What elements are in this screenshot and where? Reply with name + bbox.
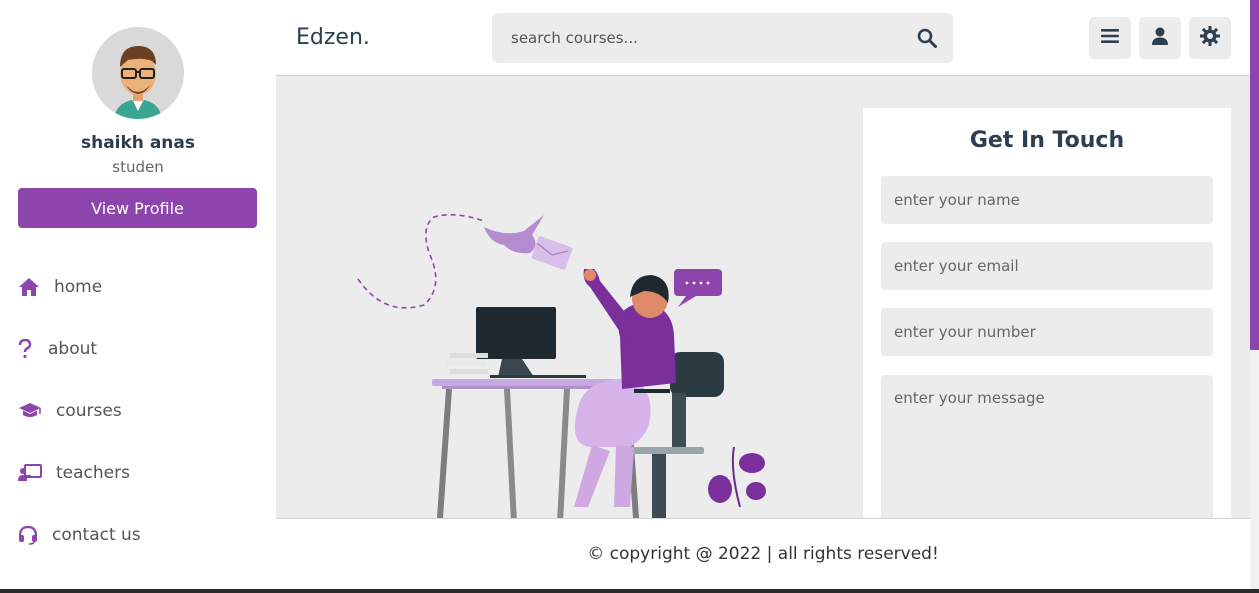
- scrollbar-thumb[interactable]: [1250, 0, 1259, 350]
- message-field[interactable]: [881, 375, 1213, 518]
- search-icon[interactable]: [917, 28, 937, 52]
- sidebar-item-label: about: [48, 339, 98, 359]
- sidebar-nav: home about courses teachers contact us: [0, 256, 276, 566]
- theme-toggle-button[interactable]: [1189, 17, 1231, 59]
- sidebar-item-label: home: [54, 277, 103, 297]
- email-field[interactable]: [881, 242, 1213, 290]
- number-field[interactable]: [881, 308, 1213, 356]
- gear-icon: [1200, 26, 1220, 50]
- home-icon: [18, 277, 48, 297]
- sidebar-item-contact-us[interactable]: contact us: [0, 504, 276, 566]
- footer: © copyright @ 2022 | all rights reserved…: [276, 518, 1250, 589]
- user-button[interactable]: [1139, 17, 1181, 59]
- graduation-cap-icon: [18, 402, 50, 420]
- avatar: [92, 27, 184, 119]
- sidebar-item-label: courses: [56, 401, 122, 421]
- sidebar-item-teachers[interactable]: teachers: [0, 442, 276, 504]
- contact-form: Get In Touch: [863, 108, 1231, 518]
- profile-role: studen: [112, 158, 164, 176]
- window-bottom-edge: [0, 589, 1259, 593]
- chalkboard-teacher-icon: [18, 464, 50, 482]
- sidebar-item-courses[interactable]: courses: [0, 380, 276, 442]
- sidebar-item-about[interactable]: about: [0, 318, 276, 380]
- menu-icon: [1101, 28, 1119, 48]
- menu-button[interactable]: [1089, 17, 1131, 59]
- headset-icon: [18, 525, 46, 545]
- question-icon: [18, 339, 42, 359]
- contact-illustration: [354, 207, 794, 518]
- contact-section: Get In Touch: [276, 77, 1250, 518]
- footer-copyright: © copyright @ 2022 | all rights reserved…: [587, 544, 939, 564]
- user-icon: [1151, 27, 1169, 49]
- sidebar-item-label: teachers: [56, 463, 130, 483]
- search-form: [492, 13, 953, 63]
- view-profile-button[interactable]: View Profile: [18, 188, 257, 228]
- sidebar-item-home[interactable]: home: [0, 256, 276, 318]
- search-input[interactable]: [492, 13, 902, 63]
- name-field[interactable]: [881, 176, 1213, 224]
- profile-name: shaikh anas: [80, 133, 195, 153]
- sidebar-item-label: contact us: [52, 525, 141, 545]
- sidebar: shaikh anas studen View Profile home abo…: [0, 0, 276, 593]
- contact-title: Get In Touch: [969, 128, 1125, 153]
- logo[interactable]: Edzen.: [296, 25, 370, 50]
- header: Edzen.: [276, 0, 1250, 76]
